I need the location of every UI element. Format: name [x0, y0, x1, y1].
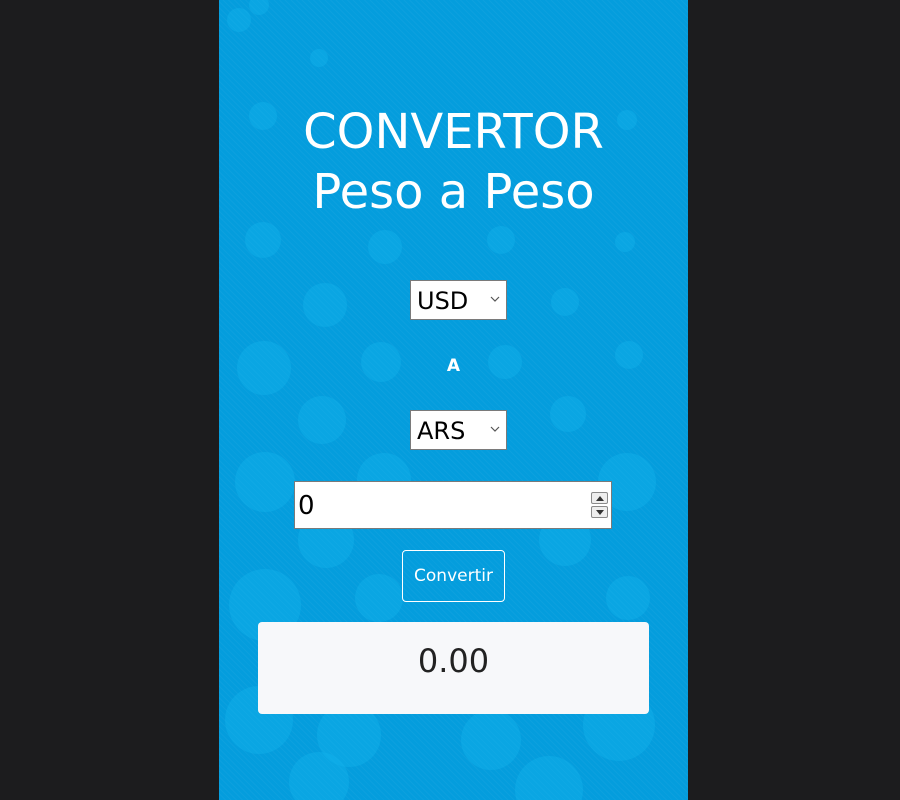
result-value: 0.00 — [417, 642, 490, 680]
to-currency-value: ARS — [417, 417, 466, 445]
result-box: 0.00 — [258, 622, 649, 714]
spin-down-button[interactable] — [591, 506, 608, 518]
page-title-line1: CONVERTOR — [303, 104, 604, 160]
separator-label: A — [446, 356, 461, 376]
amount-input[interactable]: 0 — [294, 481, 612, 529]
chevron-down-icon — [490, 426, 500, 432]
from-currency-value: USD — [417, 287, 469, 315]
convert-button[interactable]: Convertir — [402, 550, 505, 602]
converter-panel: CONVERTOR Peso a Peso USD A ARS 0 Conver… — [219, 0, 688, 800]
amount-value: 0 — [298, 491, 315, 521]
chevron-down-icon — [490, 296, 500, 302]
page-title-line2: Peso a Peso — [312, 164, 595, 220]
spin-down-icon — [596, 510, 604, 515]
from-currency-select[interactable]: USD — [410, 280, 507, 320]
to-currency-select[interactable]: ARS — [410, 410, 507, 450]
amount-stepper[interactable] — [591, 492, 608, 518]
spin-up-button[interactable] — [591, 492, 608, 504]
spin-up-icon — [596, 496, 604, 501]
